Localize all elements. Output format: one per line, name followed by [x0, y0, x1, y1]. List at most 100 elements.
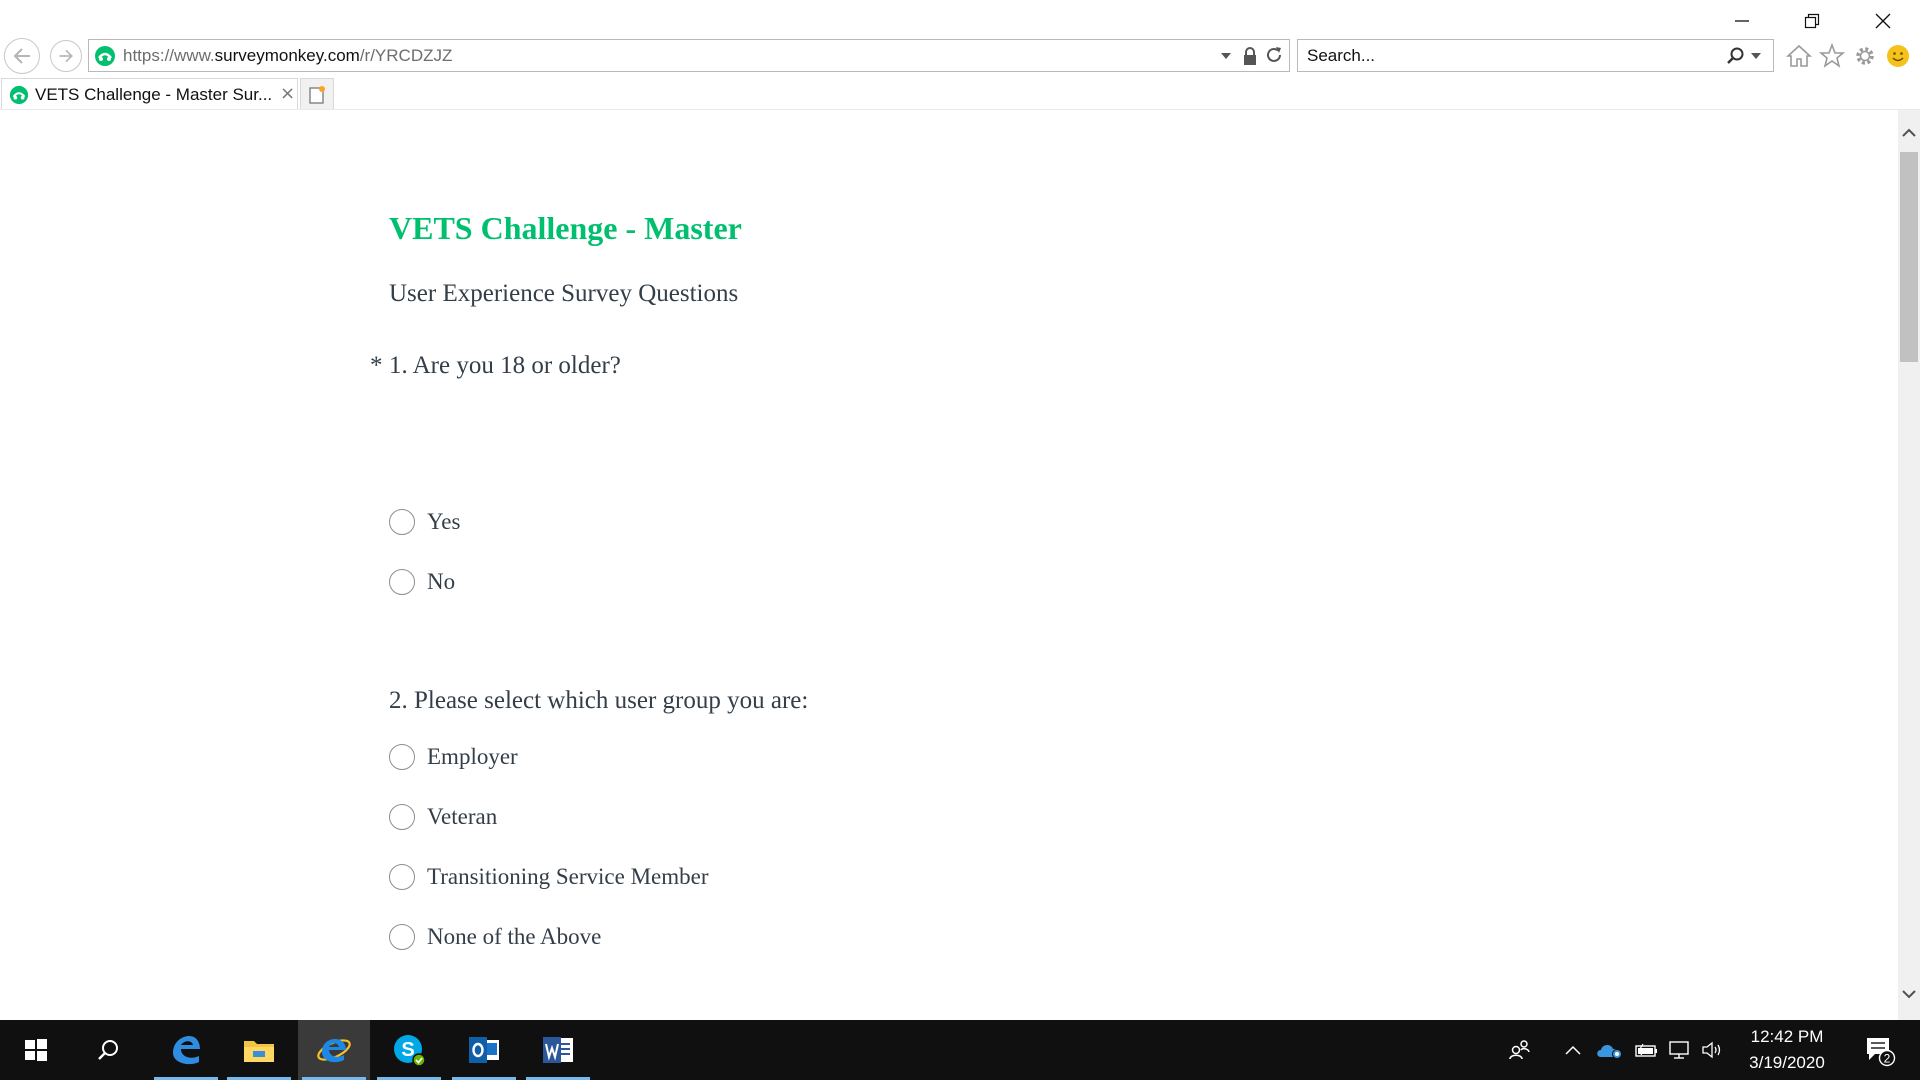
- back-button[interactable]: [4, 38, 40, 74]
- search-icon[interactable]: [1725, 46, 1745, 66]
- notification-icon: 2: [1867, 1038, 1896, 1067]
- battery-button[interactable]: [1632, 1020, 1660, 1080]
- option-label: Employer: [427, 744, 518, 769]
- edge-icon: [173, 1036, 200, 1065]
- notification-count: 2: [1884, 1052, 1891, 1066]
- option-label: Yes: [427, 509, 461, 534]
- refresh-icon[interactable]: [1264, 45, 1284, 65]
- search-icon: [98, 1040, 118, 1060]
- favorites-star-icon: [1819, 43, 1845, 68]
- minimize-icon: [1735, 20, 1749, 22]
- question-1-option-no[interactable]: No: [389, 566, 455, 598]
- back-icon: [13, 48, 30, 64]
- question-1-option-yes[interactable]: Yes: [389, 506, 460, 538]
- action-center-button[interactable]: 2: [1858, 1020, 1902, 1080]
- close-icon: [1875, 13, 1891, 29]
- clock-date: 3/19/2020: [1749, 1053, 1825, 1072]
- network-button[interactable]: [1666, 1020, 1694, 1080]
- url-prefix: https://www.: [123, 46, 215, 65]
- surveymonkey-icon: [95, 46, 115, 66]
- people-icon: [1509, 1040, 1530, 1060]
- scroll-down-button[interactable]: [1898, 986, 1920, 1002]
- vertical-scrollbar[interactable]: [1898, 110, 1920, 1020]
- onedrive-button[interactable]: [1594, 1020, 1624, 1080]
- search-dropdown-icon[interactable]: [1751, 52, 1761, 60]
- taskbar-word[interactable]: [522, 1020, 594, 1080]
- address-bar[interactable]: https://www.surveymonkey.com/r/YRCDZJZ: [88, 39, 1290, 72]
- chevron-down-icon: [1902, 989, 1916, 998]
- minimize-button[interactable]: [1710, 0, 1774, 42]
- favorites-button[interactable]: [1818, 42, 1846, 70]
- word-icon: [543, 1037, 573, 1063]
- outlook-icon: [469, 1037, 499, 1063]
- url-path: /r/YRCDZJZ: [359, 46, 453, 65]
- option-label: Veteran: [427, 804, 498, 829]
- windows-taskbar: S 12:42 PM 3/19/2020 2: [0, 1020, 1920, 1080]
- radio-button[interactable]: [389, 569, 415, 595]
- taskbar-internet-explorer[interactable]: [298, 1020, 370, 1080]
- clock-time: 12:42 PM: [1750, 1027, 1824, 1046]
- new-tab-icon: [309, 85, 325, 104]
- question-1-title: 1. Are you 18 or older?: [389, 352, 621, 379]
- search-input[interactable]: [1307, 44, 1697, 68]
- settings-gear-icon: [1856, 47, 1874, 65]
- onedrive-cloud-icon: [1597, 1044, 1622, 1059]
- radio-button[interactable]: [389, 924, 415, 950]
- radio-button[interactable]: [389, 509, 415, 535]
- volume-icon: [1702, 1041, 1721, 1059]
- home-icon: [1786, 44, 1812, 67]
- home-button[interactable]: [1785, 42, 1813, 70]
- smiley-feedback-icon: [1887, 45, 1909, 67]
- question-2-option-transitioning[interactable]: Transitioning Service Member: [389, 861, 709, 893]
- show-hidden-icons-button[interactable]: [1560, 1020, 1586, 1080]
- option-label: Transitioning Service Member: [427, 864, 709, 889]
- battery-icon: [1635, 1043, 1657, 1057]
- taskbar-search-button[interactable]: [72, 1020, 144, 1080]
- question-2-option-none[interactable]: None of the Above: [389, 921, 601, 953]
- scroll-thumb[interactable]: [1900, 152, 1918, 362]
- tab-close-button[interactable]: ×: [280, 83, 295, 104]
- restore-button[interactable]: [1780, 0, 1844, 42]
- survey-title: VETS Challenge - Master: [389, 210, 742, 246]
- url-domain: surveymonkey.com: [214, 46, 360, 65]
- survey-subtitle: User Experience Survey Questions: [389, 280, 739, 307]
- feedback-button[interactable]: [1884, 42, 1912, 70]
- taskbar-clock[interactable]: 12:42 PM 3/19/2020: [1725, 1024, 1849, 1076]
- forward-button[interactable]: [50, 40, 82, 72]
- browser-chrome: https://www.surveymonkey.com/r/YRCDZJZ V…: [0, 0, 1920, 110]
- required-marker: *: [370, 352, 383, 379]
- search-box[interactable]: [1297, 39, 1774, 72]
- tab-title: VETS Challenge - Master Sur...: [35, 85, 273, 104]
- internet-explorer-icon: [317, 1039, 351, 1063]
- surveymonkey-tab-icon: [9, 85, 29, 105]
- tab-active[interactable]: VETS Challenge - Master Sur... ×: [1, 78, 298, 110]
- address-url[interactable]: https://www.surveymonkey.com/r/YRCDZJZ: [123, 46, 452, 66]
- dropdown-icon[interactable]: [1220, 51, 1232, 61]
- network-icon: [1669, 1041, 1689, 1059]
- radio-button[interactable]: [389, 744, 415, 770]
- start-icon: [25, 1039, 47, 1061]
- question-2-option-employer[interactable]: Employer: [389, 741, 518, 773]
- question-2-option-veteran[interactable]: Veteran: [389, 801, 497, 833]
- radio-button[interactable]: [389, 804, 415, 830]
- close-window-button[interactable]: [1851, 0, 1915, 42]
- taskbar-skype[interactable]: S: [373, 1020, 445, 1080]
- radio-button[interactable]: [389, 864, 415, 890]
- lock-icon[interactable]: [1242, 46, 1258, 66]
- taskbar-file-explorer[interactable]: [223, 1020, 295, 1080]
- file-explorer-icon: [244, 1041, 274, 1062]
- chevron-up-icon: [1902, 128, 1916, 137]
- settings-button[interactable]: [1851, 42, 1879, 70]
- taskbar-outlook[interactable]: [448, 1020, 520, 1080]
- start-button[interactable]: [0, 1020, 72, 1080]
- new-tab-button[interactable]: [300, 78, 334, 110]
- people-button[interactable]: [1505, 1020, 1535, 1080]
- option-label: No: [427, 569, 456, 594]
- survey-page: VETS Challenge - Master User Experience …: [0, 110, 1898, 1020]
- scroll-up-button[interactable]: [1898, 124, 1920, 140]
- taskbar-edge[interactable]: [150, 1020, 222, 1080]
- option-label: None of the Above: [427, 924, 602, 949]
- restore-icon: [1804, 13, 1820, 29]
- question-2-title: 2. Please select which user group you ar…: [389, 687, 809, 714]
- volume-button[interactable]: [1700, 1020, 1726, 1080]
